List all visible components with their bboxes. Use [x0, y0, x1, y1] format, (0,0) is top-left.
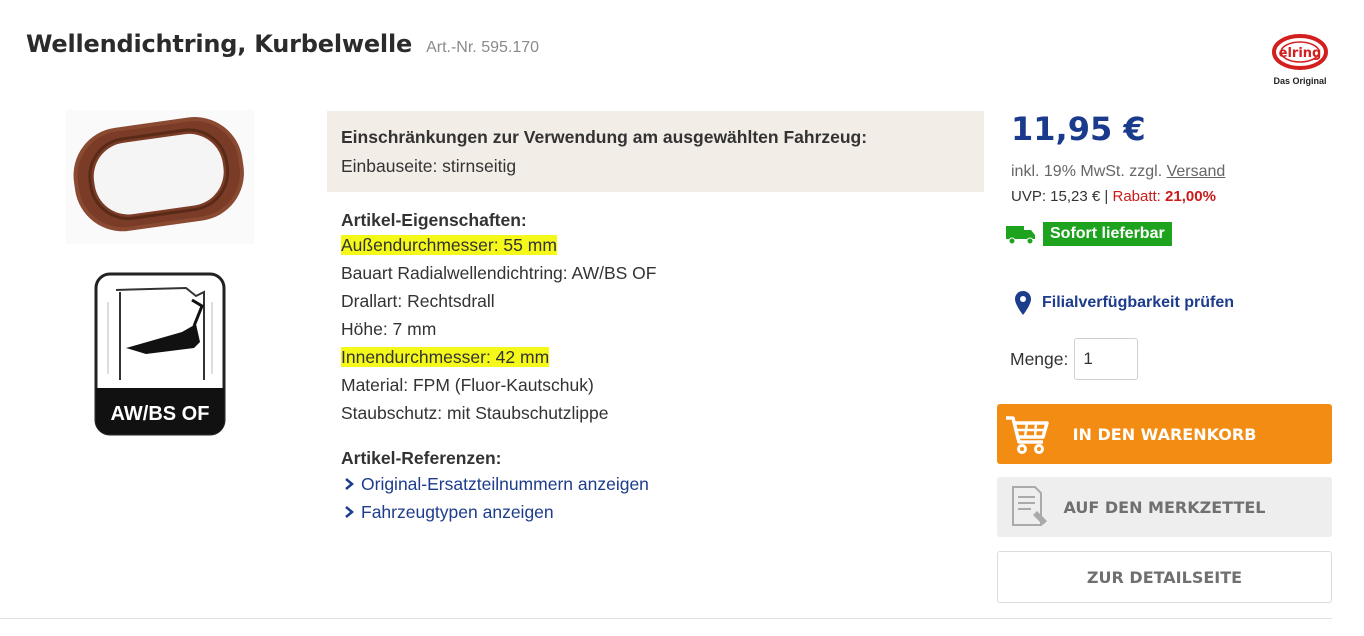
property-item: Staubschutz: mit Staubschutzlippe: [341, 403, 609, 423]
add-to-cart-button[interactable]: IN DEN WARENKORB: [997, 404, 1332, 464]
add-to-memo-button[interactable]: AUF DEN MERKZETTEL: [997, 477, 1332, 537]
article-references: Artikel-Referenzen: Original-Ersatzteiln…: [341, 446, 649, 526]
restriction-title: Einschränkungen zur Verwendung am ausgew…: [341, 127, 868, 147]
article-number: Art.-Nr. 595.170: [426, 39, 540, 56]
restriction-text: Einbauseite: stirnseitig: [341, 156, 517, 176]
uvp-price: UVP: 15,23 €: [1011, 188, 1101, 205]
quantity-control: Menge:: [1010, 338, 1139, 380]
notepad-pencil-icon: [1012, 486, 1047, 526]
svg-text:elring: elring: [1279, 46, 1322, 61]
quantity-label: Menge:: [1010, 348, 1069, 369]
uvp-info: UVP: 15,23 € | Rabatt: 21,00%: [1011, 188, 1216, 205]
link-vehicle-types[interactable]: Fahrzeugtypen anzeigen: [341, 498, 649, 526]
discount-label: Rabatt:: [1112, 188, 1161, 205]
property-item: Drallart: Rechtsdrall: [341, 291, 495, 311]
product-image-ring[interactable]: elr: [66, 110, 254, 244]
link-oe-numbers[interactable]: Original-Ersatzteilnummern anzeigen: [341, 470, 649, 498]
detail-button-label: ZUR DETAILSEITE: [1086, 567, 1243, 587]
property-text: Innendurchmesser: 42 mm: [341, 347, 550, 367]
discount-value: 21,00%: [1165, 188, 1216, 205]
property-item: Material: FPM (Fluor-Kautschuk): [341, 375, 594, 395]
product-header: Wellendichtring, Kurbelwelle Art.-Nr. 59…: [26, 30, 539, 58]
tax-info: inkl. 19% MwSt. zzgl. Versand: [1011, 163, 1225, 181]
memo-button-label: AUF DEN MERKZETTEL: [1063, 497, 1266, 517]
link-label: Original-Ersatzteilnummern anzeigen: [361, 474, 649, 494]
detail-page-button[interactable]: ZUR DETAILSEITE: [997, 551, 1332, 603]
price: 11,95 €: [1011, 110, 1146, 148]
product-image-profile[interactable]: AW/BS OF: [86, 262, 234, 450]
usage-restriction-box: Einschränkungen zur Verwendung am ausgew…: [327, 111, 984, 192]
property-text: Außendurchmesser: 55 mm: [341, 235, 557, 255]
product-title: Wellendichtring, Kurbelwelle: [26, 30, 413, 58]
stock-status: Sofort lieferbar: [1005, 222, 1172, 246]
properties-heading: Artikel-Eigenschaften:: [341, 210, 527, 230]
property-item: Innendurchmesser: 42 mm: [341, 343, 981, 371]
cart-button-label: IN DEN WARENKORB: [1072, 424, 1257, 444]
divider: [0, 618, 1332, 619]
link-label: Fahrzeugtypen anzeigen: [361, 502, 554, 522]
brand-tagline: Das Original: [1273, 76, 1327, 86]
elring-logo: elring: [1272, 34, 1328, 70]
branch-link-label: Filialverfügbarkeit prüfen: [1042, 294, 1235, 311]
branch-availability-link[interactable]: Filialverfügbarkeit prüfen: [1014, 290, 1234, 316]
uvp-separator: |: [1104, 188, 1109, 205]
property-item: Bauart Radialwellendichtring: AW/BS OF: [341, 263, 657, 283]
truck-icon: [1006, 226, 1035, 245]
location-pin-icon: [1015, 291, 1031, 315]
quantity-input[interactable]: [1074, 338, 1139, 380]
property-item: Außendurchmesser: 55 mm: [341, 231, 981, 259]
article-properties: Artikel-Eigenschaften: Außendurchmesser:…: [341, 209, 981, 427]
chevron-right-icon: [345, 478, 354, 490]
stock-badge: Sofort lieferbar: [1043, 222, 1172, 246]
chevron-right-icon: [345, 506, 354, 518]
profile-badge: AW/BS OF: [111, 403, 210, 425]
shipping-link[interactable]: Versand: [1167, 163, 1226, 180]
brand-logo: elring Das Original: [1270, 32, 1330, 88]
shopping-cart-icon: [1006, 416, 1049, 454]
tax-text: inkl. 19% MwSt. zzgl.: [1011, 163, 1163, 180]
property-item: Höhe: 7 mm: [341, 319, 437, 339]
references-heading: Artikel-Referenzen:: [341, 448, 502, 468]
